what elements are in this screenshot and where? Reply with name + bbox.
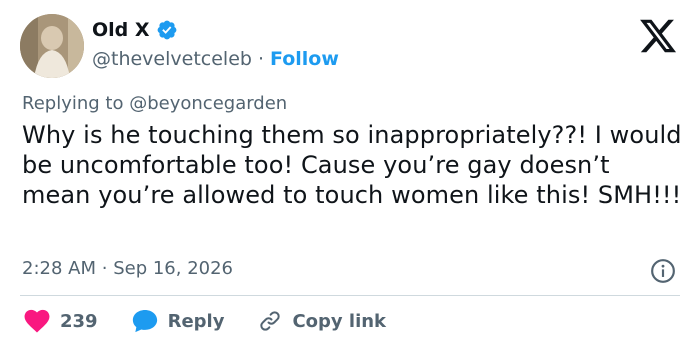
handle-separator: · bbox=[257, 48, 264, 70]
like-button[interactable]: 239 bbox=[24, 309, 98, 333]
info-icon[interactable] bbox=[650, 258, 676, 284]
author-name-row: Old X bbox=[92, 19, 178, 41]
replying-to-mention[interactable]: @beyoncegarden bbox=[129, 93, 287, 114]
copy-link-button[interactable]: Copy link bbox=[258, 309, 386, 333]
action-bar: 239 Reply Copy link bbox=[24, 308, 420, 334]
author-handle-row: @thevelvetceleb · Follow bbox=[92, 48, 339, 70]
tweet-date: Sep 16, 2026 bbox=[113, 258, 234, 279]
author-handle[interactable]: @thevelvetceleb bbox=[92, 48, 252, 70]
divider bbox=[20, 295, 680, 296]
replying-to: Replying to @beyoncegarden bbox=[22, 93, 287, 114]
x-logo-icon[interactable] bbox=[636, 16, 680, 56]
reply-bubble-icon bbox=[132, 309, 157, 333]
verified-badge-icon bbox=[157, 20, 176, 40]
like-count: 239 bbox=[60, 310, 98, 332]
follow-button[interactable]: Follow bbox=[270, 48, 339, 70]
link-icon bbox=[260, 311, 281, 331]
tweet-text: Why is he touching them so inappropriate… bbox=[22, 121, 682, 209]
tweet-timestamp[interactable]: 2:28 AM · Sep 16, 2026 bbox=[22, 258, 233, 279]
heart-icon bbox=[24, 309, 50, 333]
reply-button[interactable]: Reply bbox=[132, 309, 225, 333]
replying-to-label: Replying to bbox=[22, 93, 124, 114]
author-avatar[interactable] bbox=[20, 14, 84, 78]
timestamp-separator: · bbox=[101, 258, 108, 279]
copy-link-label: Copy link bbox=[292, 310, 387, 332]
reply-label: Reply bbox=[167, 310, 225, 332]
tweet-time: 2:28 AM bbox=[22, 258, 96, 279]
author-display-name[interactable]: Old X bbox=[92, 19, 150, 41]
